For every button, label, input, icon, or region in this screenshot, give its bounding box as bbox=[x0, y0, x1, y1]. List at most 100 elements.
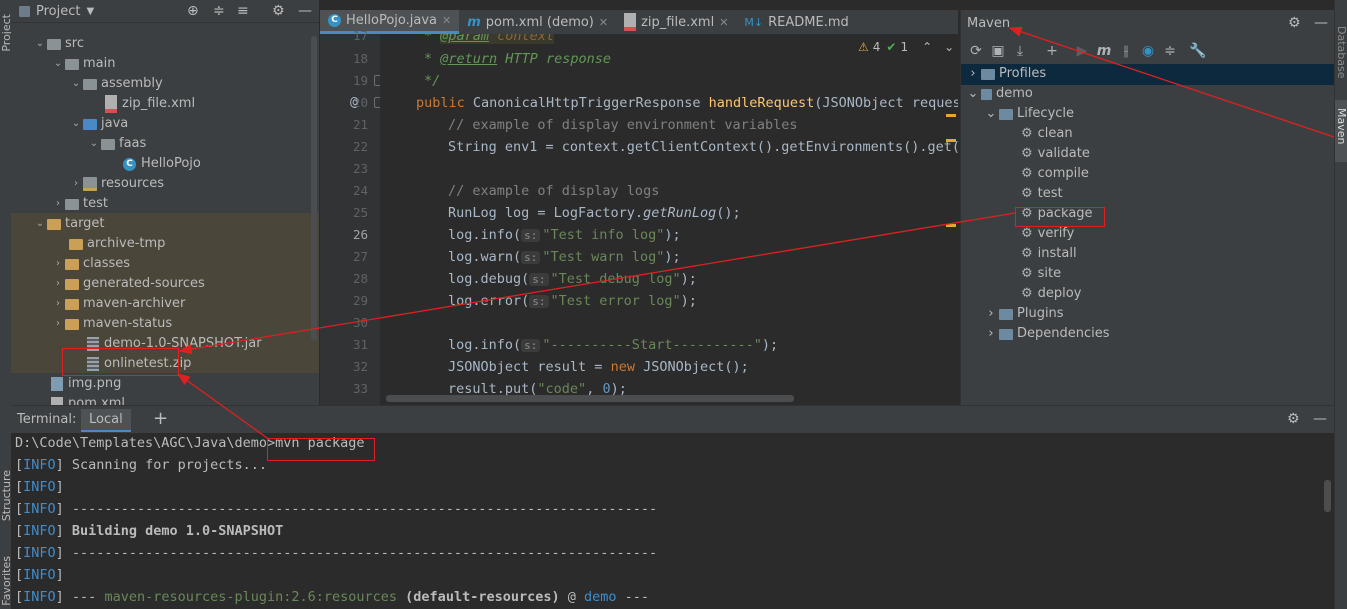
collapse-icon[interactable]: ≑ bbox=[1159, 43, 1181, 59]
terminal-scrollbar[interactable] bbox=[1324, 480, 1331, 512]
chevron-right-icon[interactable]: › bbox=[69, 174, 83, 194]
markdown-icon: M↓ bbox=[744, 15, 764, 29]
tree-item-img-png[interactable]: img.png bbox=[51, 374, 121, 394]
folder-icon bbox=[65, 198, 79, 210]
expand-all-icon[interactable]: ≑ bbox=[213, 3, 225, 19]
gear-icon[interactable]: ⚙ bbox=[1288, 15, 1301, 31]
reload-icon[interactable]: ⟳ bbox=[965, 43, 987, 59]
database-tool-button[interactable]: Database bbox=[1335, 26, 1347, 79]
plus-icon[interactable]: + bbox=[1041, 43, 1063, 59]
maven-project-demo[interactable]: ⌄ demo bbox=[965, 84, 1033, 104]
folder-icon bbox=[83, 78, 97, 90]
toggle-offline-icon[interactable]: ⫲ bbox=[1115, 43, 1137, 59]
terminal-line: [INFO] ---------------------------------… bbox=[15, 501, 658, 517]
run-icon[interactable]: ▶ bbox=[1071, 43, 1093, 59]
tree-item-target[interactable]: ⌄ target bbox=[33, 214, 105, 234]
maven-goal-validate[interactable]: ⚙ validate bbox=[1021, 144, 1090, 164]
add-folder-icon[interactable]: ▣ bbox=[987, 43, 1009, 59]
maven-goal-clean[interactable]: ⚙ clean bbox=[1021, 124, 1073, 144]
locate-icon[interactable]: ⊕ bbox=[187, 3, 199, 19]
warning-marker[interactable] bbox=[946, 139, 956, 142]
plus-icon[interactable]: + bbox=[153, 408, 168, 429]
project-scrollbar[interactable] bbox=[311, 36, 317, 341]
terminal-output[interactable]: D:\Code\Templates\AGC\Java\demo>mvn pack… bbox=[11, 433, 1334, 609]
tree-item-hellopojo[interactable]: C HelloPojo bbox=[123, 154, 201, 174]
chevron-down-icon[interactable]: ⌄ bbox=[944, 40, 954, 54]
download-icon[interactable]: ⤓ bbox=[1009, 43, 1031, 59]
tree-item-test[interactable]: › test bbox=[51, 194, 108, 214]
inspection-widget[interactable]: ⚠ 4 ✔ 1 ⌃ ⌄ bbox=[858, 40, 955, 54]
tree-item-generated-sources[interactable]: › generated-sources bbox=[51, 274, 205, 294]
tree-item-classes[interactable]: › classes bbox=[51, 254, 130, 274]
collapse-all-icon[interactable]: ≡ bbox=[237, 3, 249, 19]
chevron-down-icon[interactable]: ▼ bbox=[86, 6, 94, 17]
maven-goal-verify[interactable]: ⚙ verify bbox=[1021, 224, 1074, 244]
maven-lifecycle[interactable]: ⌄ Lifecycle bbox=[983, 104, 1074, 124]
maven-project-icon bbox=[981, 88, 992, 100]
project-title[interactable]: Project bbox=[36, 4, 80, 19]
terminal-tab-local[interactable]: Local bbox=[81, 409, 131, 432]
tree-item-assembly[interactable]: ⌄ assembly bbox=[69, 74, 163, 94]
code-line-28: log.debug(s: "Test debug log"); bbox=[448, 271, 697, 287]
chevron-down-icon[interactable]: ⌄ bbox=[69, 114, 83, 134]
hide-icon[interactable]: — bbox=[1313, 411, 1327, 427]
chevron-up-icon[interactable]: ⌃ bbox=[922, 40, 932, 54]
override-marker-icon[interactable]: @ bbox=[350, 95, 358, 110]
warning-marker[interactable] bbox=[946, 114, 956, 117]
chevron-down-icon[interactable]: ⌄ bbox=[983, 104, 999, 124]
code-editor[interactable]: * @param context * @return HTTP response… bbox=[380, 34, 958, 405]
maven-plugins[interactable]: › Plugins bbox=[983, 304, 1063, 324]
tree-item-maven-archiver[interactable]: › maven-archiver bbox=[51, 294, 185, 314]
maven-profiles[interactable]: › Profiles bbox=[965, 64, 1046, 84]
chevron-down-icon[interactable]: ⌄ bbox=[87, 134, 101, 154]
tab-pom-xml[interactable]: m pom.xml (demo) ✕ bbox=[459, 10, 616, 34]
close-icon[interactable]: ✕ bbox=[719, 16, 728, 29]
tree-item-pom-xml[interactable]: pom.xml bbox=[51, 394, 125, 405]
gear-icon[interactable]: ⚙ bbox=[272, 3, 285, 19]
chevron-down-icon[interactable]: ⌄ bbox=[965, 84, 981, 104]
maven-goal-install[interactable]: ⚙ install bbox=[1021, 244, 1077, 264]
chevron-right-icon[interactable]: › bbox=[983, 304, 999, 324]
folder-icon bbox=[47, 38, 61, 50]
close-icon[interactable]: ✕ bbox=[442, 14, 451, 27]
maven-goal-test[interactable]: ⚙ test bbox=[1021, 184, 1063, 204]
source-folder-icon bbox=[83, 118, 97, 130]
chevron-right-icon[interactable]: › bbox=[51, 314, 65, 334]
tree-item-java[interactable]: ⌄ java bbox=[69, 114, 128, 134]
code-line-20: public CanonicalHttpTriggerResponse hand… bbox=[416, 95, 958, 111]
hide-icon[interactable]: — bbox=[298, 3, 312, 19]
close-icon[interactable]: ✕ bbox=[599, 16, 608, 29]
wrench-icon[interactable]: 🔧 bbox=[1187, 43, 1209, 59]
chevron-right-icon[interactable]: › bbox=[51, 294, 65, 314]
maven-dependencies[interactable]: › Dependencies bbox=[983, 324, 1109, 344]
tree-item-maven-status[interactable]: › maven-status bbox=[51, 314, 172, 334]
tree-item-faas[interactable]: ⌄ faas bbox=[87, 134, 147, 154]
chevron-right-icon[interactable]: › bbox=[51, 254, 65, 274]
chevron-down-icon[interactable]: ⌄ bbox=[33, 34, 47, 54]
chevron-right-icon[interactable]: › bbox=[965, 64, 981, 84]
maven-goal-site[interactable]: ⚙ site bbox=[1021, 264, 1061, 284]
maven-goal-deploy[interactable]: ⚙ deploy bbox=[1021, 284, 1081, 304]
tab-zip-file-xml[interactable]: zip_file.xml ✕ bbox=[616, 10, 736, 34]
maven-tool-button[interactable]: Maven bbox=[1335, 108, 1347, 144]
gear-icon[interactable]: ⚙ bbox=[1287, 411, 1300, 427]
maven-goal-compile[interactable]: ⚙ compile bbox=[1021, 164, 1089, 184]
tree-item-archive-tmp[interactable]: archive-tmp bbox=[69, 234, 165, 254]
horizontal-scrollbar[interactable] bbox=[386, 395, 794, 402]
chevron-right-icon[interactable]: › bbox=[51, 194, 65, 214]
chevron-right-icon[interactable]: › bbox=[983, 324, 999, 344]
tree-item-main[interactable]: ⌄ main bbox=[51, 54, 116, 74]
chevron-down-icon[interactable]: ⌄ bbox=[51, 54, 65, 74]
tab-readme-md[interactable]: M↓ README.md bbox=[736, 10, 856, 34]
maven-goal-icon[interactable]: m bbox=[1093, 43, 1115, 59]
tree-item-src[interactable]: ⌄ src bbox=[33, 34, 84, 54]
tree-item-zip-file-xml[interactable]: zip_file.xml bbox=[105, 94, 195, 114]
hide-icon[interactable]: — bbox=[1314, 15, 1328, 31]
chevron-down-icon[interactable]: ⌄ bbox=[33, 214, 47, 234]
warning-marker[interactable] bbox=[946, 224, 956, 227]
chevron-right-icon[interactable]: › bbox=[51, 274, 65, 294]
tree-item-resources[interactable]: › resources bbox=[69, 174, 164, 194]
code-line-29: log.error(s: "Test error log"); bbox=[448, 293, 697, 309]
chevron-down-icon[interactable]: ⌄ bbox=[69, 74, 83, 94]
skip-tests-icon[interactable]: ◉ bbox=[1137, 43, 1159, 59]
